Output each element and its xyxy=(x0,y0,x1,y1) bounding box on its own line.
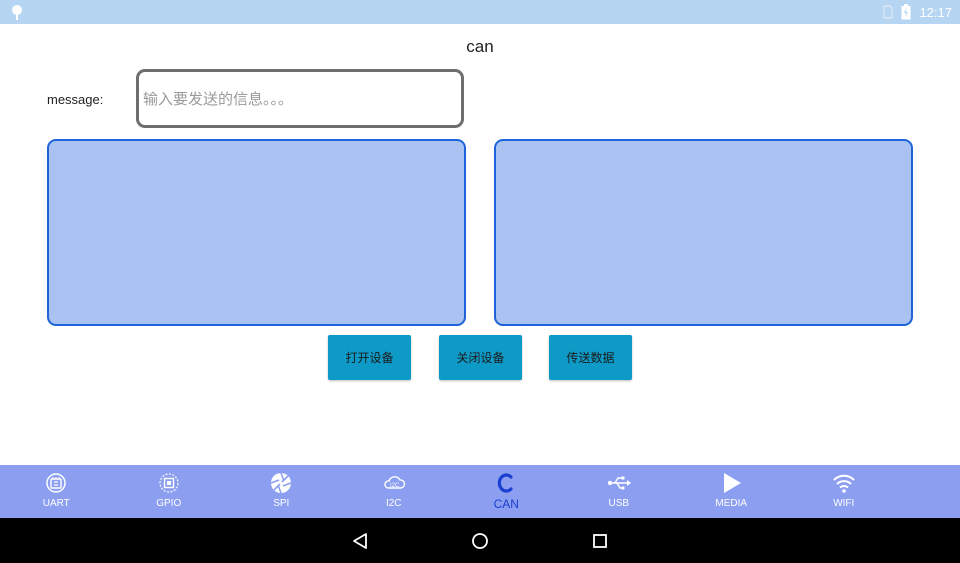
send-data-button[interactable]: 传送数据 xyxy=(549,335,632,380)
battery-icon xyxy=(901,4,911,20)
navigation-bar xyxy=(0,518,960,563)
tab-label: CAN xyxy=(493,497,519,511)
page-title: can xyxy=(466,37,494,56)
svg-text:I2C: I2C xyxy=(390,483,400,489)
tab-label: GPIO xyxy=(156,498,182,509)
sim-card-icon xyxy=(883,5,894,19)
tab-i2c[interactable]: I2C I2C xyxy=(338,465,451,518)
message-label: message: xyxy=(47,92,104,107)
android-debug-icon xyxy=(12,5,22,20)
i2c-cloud-icon: I2C xyxy=(382,471,406,495)
wifi-icon xyxy=(832,471,856,495)
status-bar: 12:17 xyxy=(0,0,960,24)
tab-label: UART xyxy=(42,498,70,509)
close-device-button[interactable]: 关闭设备 xyxy=(439,335,522,380)
tab-label: USB xyxy=(608,498,630,509)
received-data-panel[interactable] xyxy=(47,139,466,326)
can-c-icon xyxy=(494,471,518,495)
spi-aperture-icon xyxy=(269,471,293,495)
message-input[interactable] xyxy=(136,69,464,128)
tab-wifi[interactable]: WIFI xyxy=(788,465,901,518)
tab-spi[interactable]: SPI xyxy=(225,465,338,518)
status-icons: 12:17 xyxy=(883,0,952,24)
uart-icon xyxy=(44,471,68,495)
tab-label: WIFI xyxy=(833,498,855,509)
tab-label: MEDIA xyxy=(715,498,748,509)
tab-label: SPI xyxy=(273,498,290,509)
tab-uart[interactable]: UART xyxy=(0,465,113,518)
recents-icon[interactable] xyxy=(588,529,612,553)
tab-usb[interactable]: USB xyxy=(563,465,676,518)
log-panel[interactable] xyxy=(494,139,913,326)
play-icon xyxy=(719,471,743,495)
tab-label: I2C xyxy=(385,498,402,509)
tab-gpio[interactable]: GPIO xyxy=(113,465,226,518)
tab-can[interactable]: CAN xyxy=(450,465,563,518)
gpio-chip-icon xyxy=(157,471,181,495)
back-icon[interactable] xyxy=(348,529,372,553)
status-time: 12:17 xyxy=(919,4,952,20)
open-device-button[interactable]: 打开设备 xyxy=(328,335,411,380)
usb-icon xyxy=(607,471,631,495)
home-icon[interactable] xyxy=(468,529,492,553)
bottom-tab-bar: UART GPIO SPI I2C I2C CAN USB MEDIA WIFI xyxy=(0,465,960,518)
tab-media[interactable]: MEDIA xyxy=(675,465,788,518)
